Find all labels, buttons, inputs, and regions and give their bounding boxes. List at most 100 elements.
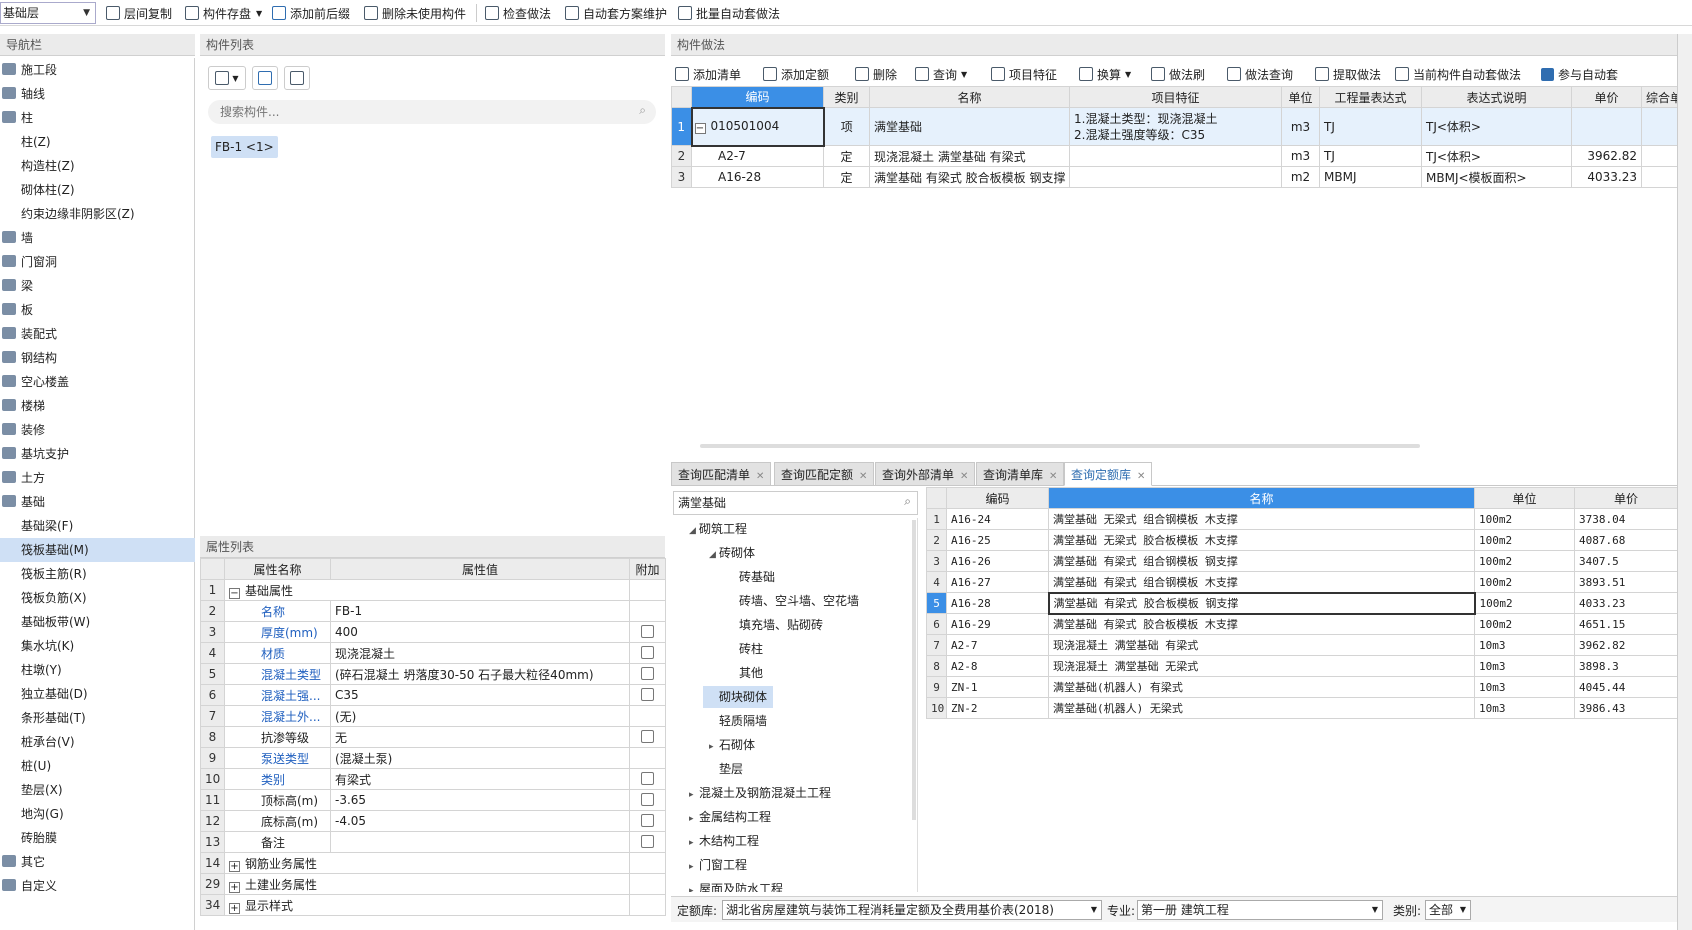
quota-row[interactable]: 3 A16-26 满堂基础 有梁式 组合钢模板 钢支撑 100m2 3407.5 xyxy=(926,550,1678,572)
nav-item[interactable]: 墙 xyxy=(0,226,195,250)
nav-item[interactable]: 施工段 xyxy=(0,58,195,82)
nav-item[interactable]: 桩(U) xyxy=(0,754,195,778)
method-tool-button[interactable]: 项目特征 xyxy=(991,64,1057,84)
nav-item[interactable]: 轴线 xyxy=(0,82,195,106)
nav-item[interactable]: 柱(Z) xyxy=(0,130,195,154)
header-cell[interactable]: 编码 xyxy=(691,86,824,108)
tree-node[interactable]: 砖墙、空斗墙、空花墙 xyxy=(723,590,865,612)
checkbox-checked[interactable] xyxy=(1541,67,1554,81)
nav-item[interactable]: 砖胎膜 xyxy=(0,826,195,850)
method-tool-button[interactable]: 查询 ▼ xyxy=(915,64,967,84)
tree-node[interactable]: ▸ 石砌体 xyxy=(703,734,761,756)
property-value[interactable]: 有梁式 xyxy=(330,768,630,790)
property-row[interactable]: 34 + 显示样式 xyxy=(200,894,666,916)
quota-row[interactable]: 1 A16-24 满堂基础 无梁式 组合钢模板 木支撑 100m2 3738.04 xyxy=(926,508,1678,530)
expand-arrow-icon[interactable]: ◢ xyxy=(689,520,699,542)
tree-node[interactable]: ▸ 金属结构工程 xyxy=(683,806,777,828)
tree-node[interactable]: 轻质隔墙 xyxy=(703,710,773,732)
header-cell[interactable]: 单价 xyxy=(1571,86,1642,108)
property-row[interactable]: 1− 基础属性 xyxy=(200,579,666,601)
quota-row[interactable]: 8 A2-8 现浇混凝土 满堂基础 无梁式 10m3 3898.3 xyxy=(926,655,1678,677)
property-row[interactable]: 14 + 钢筋业务属性 xyxy=(200,852,666,874)
check-method-button[interactable]: 检查做法 xyxy=(485,3,551,23)
header-cell[interactable]: 表达式说明 xyxy=(1421,86,1572,108)
delete-unused-button[interactable]: 删除未使用构件 xyxy=(364,3,466,23)
query-tab[interactable]: 查询清单库 ✕ xyxy=(976,462,1065,486)
nav-item[interactable]: 条形基础(T) xyxy=(0,706,195,730)
expand-arrow-icon[interactable]: ▸ xyxy=(689,856,699,878)
nav-item[interactable]: 空心楼盖 xyxy=(0,370,195,394)
nav-item[interactable]: 板 xyxy=(0,298,195,322)
property-row[interactable]: 8 抗渗等级无 xyxy=(200,726,666,748)
attach-checkbox[interactable] xyxy=(641,646,654,659)
copy-between-floors-button[interactable]: 层间复制 xyxy=(106,3,172,23)
method-row[interactable]: 3 A16-28 定满堂基础 有梁式 胶合板模板 钢支撑 m2 MBMJ MBMJ<模板面… xyxy=(671,166,1678,188)
nav-item[interactable]: 垫层(X) xyxy=(0,778,195,802)
property-row[interactable]: 6 混凝土强... C35 xyxy=(200,684,666,706)
component-search[interactable]: ⌕ xyxy=(208,100,656,124)
horizontal-scrollbar[interactable] xyxy=(700,444,1420,448)
code-cell[interactable]: A2-7 xyxy=(691,145,824,167)
property-row[interactable]: 12 底标高(m) -4.05 xyxy=(200,810,666,832)
property-row[interactable]: 11 顶标高(m) -3.65 xyxy=(200,789,666,811)
quota-row[interactable]: 6 A16-29 满堂基础 有梁式 胶合板模板 木支撑 100m2 4651.15 xyxy=(926,613,1678,635)
category-select[interactable]: 全部 ▼ xyxy=(1425,900,1471,920)
header-cell[interactable]: 类别 xyxy=(823,86,870,108)
library-select[interactable]: 湖北省房屋建筑与装饰工程消耗量定额及全费用基价表(2018) ▼ xyxy=(722,900,1102,920)
tree-scrollbar[interactable] xyxy=(912,520,916,820)
close-icon[interactable]: ✕ xyxy=(1049,471,1057,482)
save-component-button[interactable]: 构件存盘 ▼ xyxy=(185,3,262,23)
nav-item[interactable]: 基础板带(W) xyxy=(0,610,195,634)
nav-item[interactable]: 柱 xyxy=(0,106,195,130)
quota-row[interactable]: 4 A16-27 满堂基础 有梁式 组合钢模板 木支撑 100m2 3893.51 xyxy=(926,571,1678,593)
quota-search[interactable]: 满堂基础 ⌕ xyxy=(673,491,918,515)
auto-scheme-button[interactable]: 自动套方案维护 xyxy=(565,3,667,23)
attach-checkbox[interactable] xyxy=(641,688,654,701)
nav-item[interactable]: 基坑支护 xyxy=(0,442,195,466)
header-cell[interactable]: 名称 xyxy=(869,86,1070,108)
group-cell[interactable]: + 土建业务属性 xyxy=(224,873,630,895)
tree-node[interactable]: 垫层 xyxy=(703,758,749,780)
nav-item[interactable]: 筏板基础(M) xyxy=(0,538,195,562)
expand-arrow-icon[interactable]: ▸ xyxy=(689,880,699,892)
close-icon[interactable]: ✕ xyxy=(960,471,968,482)
method-tool-button[interactable]: 删除 xyxy=(855,64,897,84)
close-icon[interactable]: ✕ xyxy=(756,471,764,482)
quota-row[interactable]: 9 ZN-1 满堂基础(机器人) 有梁式 10m3 4045.44 xyxy=(926,676,1678,698)
expand-arrow-icon[interactable]: ▸ xyxy=(689,832,699,854)
code-cell[interactable]: A16-28 xyxy=(691,166,824,188)
feature-cell[interactable] xyxy=(1069,145,1282,167)
attach-checkbox[interactable] xyxy=(641,793,654,806)
group-cell[interactable]: + 显示样式 xyxy=(224,894,630,916)
property-row[interactable]: 13 备注 xyxy=(200,831,666,853)
nav-item[interactable]: 基础 xyxy=(0,490,195,514)
quota-row[interactable]: 5 A16-28 满堂基础 有梁式 胶合板模板 钢支撑 100m2 4033.23 xyxy=(926,591,1678,615)
expr-cell[interactable]: TJ xyxy=(1319,107,1422,146)
nav-item[interactable]: 构造柱(Z) xyxy=(0,154,195,178)
collapse-icon[interactable]: − xyxy=(694,123,706,134)
query-tab[interactable]: 查询匹配定额 ✕ xyxy=(774,462,875,486)
tree-node[interactable]: 砌块砌体 xyxy=(703,686,774,708)
header-cell[interactable]: 单价 xyxy=(1574,487,1678,509)
method-tool-button[interactable]: 做法刷 xyxy=(1151,64,1205,84)
tree-node[interactable]: ▸ 木结构工程 xyxy=(683,830,765,852)
nav-item[interactable]: 独立基础(D) xyxy=(0,682,195,706)
attach-checkbox[interactable] xyxy=(641,772,654,785)
expand-arrow-icon[interactable]: ▸ xyxy=(689,808,699,830)
nav-item[interactable]: 集水坑(K) xyxy=(0,634,195,658)
expr-cell[interactable]: MBMJ xyxy=(1319,166,1422,188)
header-cell[interactable]: 综合单价 xyxy=(1641,86,1678,108)
nav-item[interactable]: 梁 xyxy=(0,274,195,298)
expr-cell[interactable]: TJ xyxy=(1319,145,1422,167)
batch-auto-method-button[interactable]: 批量自动套做法 xyxy=(678,3,780,23)
expand-icon[interactable]: + xyxy=(229,881,240,893)
property-row[interactable]: 5 混凝土类型 (碎石混凝土 坍落度30-50 石子最大粒径40mm) xyxy=(200,663,666,685)
close-icon[interactable]: ✕ xyxy=(1137,471,1145,482)
property-row[interactable]: 4 材质 现浇混凝土 xyxy=(200,642,666,664)
tree-node[interactable]: 砖柱 xyxy=(723,638,769,660)
header-cell[interactable]: 编码 xyxy=(946,487,1049,509)
nav-item[interactable]: 约束边缘非阴影区(Z) xyxy=(0,202,195,226)
query-tab[interactable]: 查询匹配清单 ✕ xyxy=(671,462,772,486)
property-value[interactable] xyxy=(330,831,630,853)
attach-checkbox[interactable] xyxy=(641,835,654,848)
